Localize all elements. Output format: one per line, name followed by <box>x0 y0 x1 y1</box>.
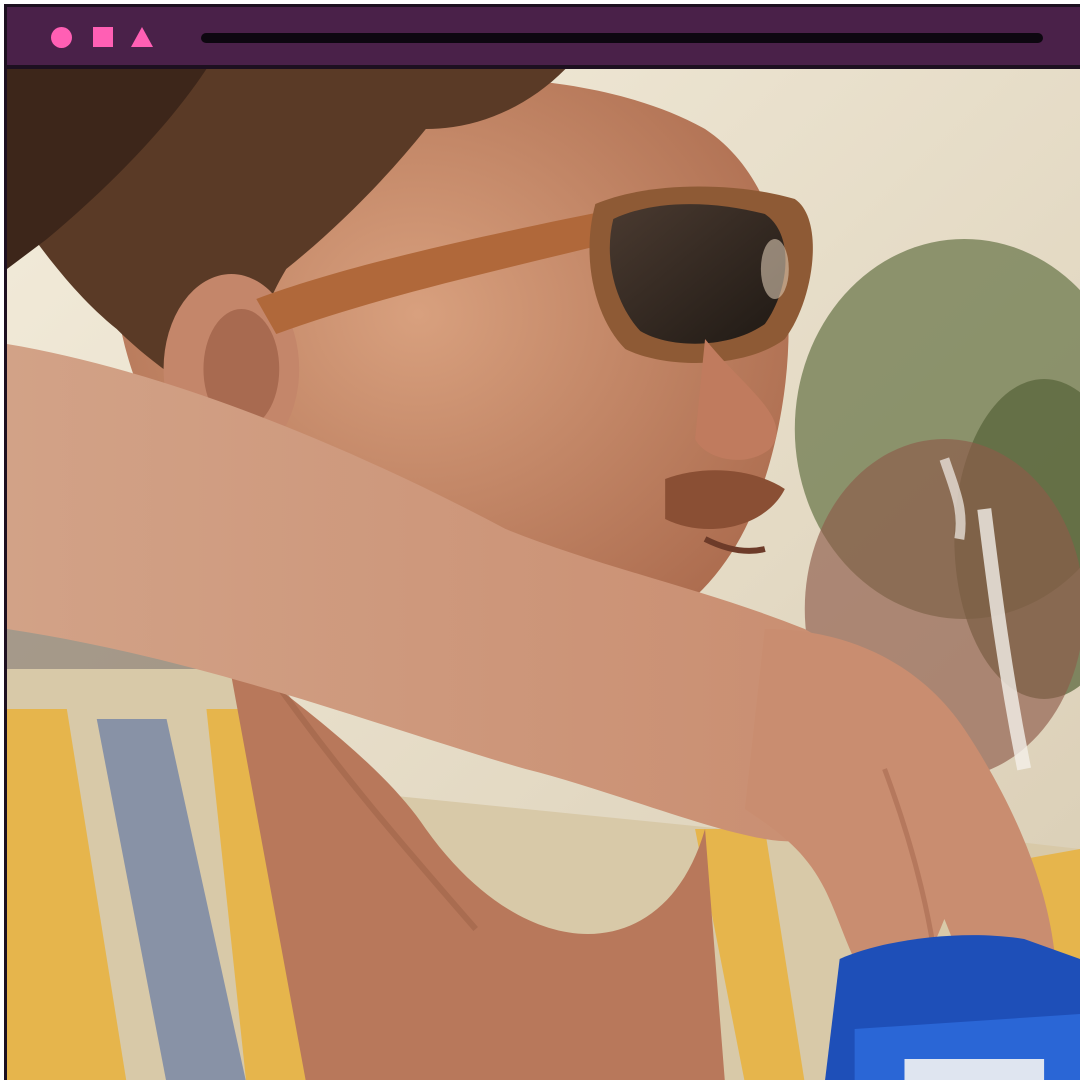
content-viewport <box>7 69 1080 1080</box>
browser-window <box>4 4 1080 1080</box>
circle-icon[interactable] <box>51 27 72 48</box>
window-titlebar <box>7 7 1080 69</box>
photo-man-sunglasses-beer-can <box>7 69 1080 1080</box>
address-bar[interactable] <box>201 33 1043 43</box>
square-icon[interactable] <box>93 27 113 47</box>
triangle-icon[interactable] <box>131 27 153 47</box>
